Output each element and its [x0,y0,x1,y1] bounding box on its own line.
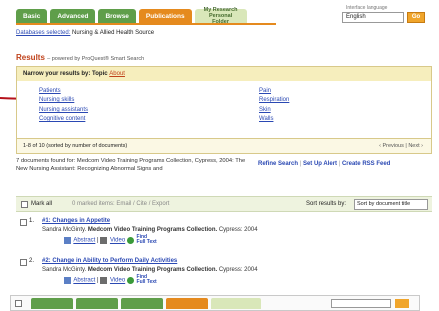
result-title-link[interactable]: #1: Changes in Appetite [42,218,110,224]
language-select[interactable] [331,299,391,308]
tab-basic[interactable] [31,298,73,309]
tab-publications[interactable] [166,298,208,309]
find-full-text-icon[interactable] [126,236,134,244]
topic-link[interactable]: Respiration [259,97,289,103]
tab-underline [16,23,276,25]
language-go-button[interactable]: Go [407,12,425,23]
find-full-text-link[interactable]: Find Full Text [137,275,157,285]
result-links: Abstract | Video Find Full Text [64,235,157,245]
separator: | [299,161,302,167]
narrow-results-panel: Narrow your results by: Topic About Pati… [16,66,432,154]
search-tabs: Basic Advanced Browse Publications My Re… [16,7,247,25]
databases-selected-link[interactable]: Databases selected: [16,30,70,36]
tab-browse[interactable]: Browse [98,9,136,23]
duplicate-tab-bar [31,298,261,309]
topic-link[interactable]: Cognitive content [39,116,85,122]
topic-link[interactable]: Skin [259,107,271,113]
sort-select[interactable]: Sort by document title [354,199,428,210]
set-up-alert-link[interactable]: Set Up Alert [303,161,337,167]
topic-link[interactable]: Patients [39,88,61,94]
mark-all-checkbox[interactable] [21,201,28,208]
database-line: Databases selected: Nursing & Allied Hea… [16,30,154,36]
topic-link[interactable]: Nursing skills [39,97,74,103]
result-title-link[interactable]: #2: Change in Ability to Perform Daily A… [42,258,177,264]
result-place: Cypress: 2004 [218,227,258,233]
tab-my-research[interactable]: My Research Personal Folder [194,7,247,25]
tab-advanced[interactable] [76,298,118,309]
video-link[interactable]: Video [110,278,125,284]
result-citation: Sandra McGinty. Medcom Video Training Pr… [42,227,258,233]
find-full-text-link[interactable]: Find Full Text [137,235,157,245]
narrow-results-footer: 1-8 of 10 (sorted by number of documents… [17,138,431,153]
find-full-text-icon[interactable] [126,276,134,284]
tab-basic[interactable]: Basic [16,9,48,23]
smart-search-note: – powered by ProQuest® Smart Search [47,56,145,62]
abstract-link[interactable]: Abstract [73,238,95,244]
result-source: Medcom Video Training Programs Collectio… [87,227,218,233]
language-go-button[interactable] [395,299,409,308]
tab-my-research[interactable] [211,298,261,309]
mark-all-label[interactable]: Mark all [31,201,52,207]
abstract-icon [64,276,71,284]
video-icon [100,236,108,244]
result-citation: Sandra McGinty. Medcom Video Training Pr… [42,267,258,273]
topic-link[interactable]: Nursing assistants [39,107,88,113]
result-item: 1. #1: Changes in Appetite Sandra McGint… [16,218,316,246]
topic-link[interactable]: Walls [259,116,273,122]
abstract-link[interactable]: Abstract [73,278,95,284]
refine-search-link[interactable]: Refine Search [258,161,298,167]
sort-label: Sort results by: [306,201,347,207]
language-select[interactable]: English [342,12,404,23]
video-link[interactable]: Video [110,238,125,244]
language-label: Interface language [346,5,388,11]
result-checkbox[interactable] [20,219,27,226]
separator: | [338,161,341,167]
result-number: 1. [29,218,35,224]
topic-link[interactable]: Pain [259,88,271,94]
results-heading: Results – powered by ProQuest® Smart Sea… [16,53,144,62]
video-icon [100,276,108,284]
results-toolbar: Mark all 0 marked items: Email / Cite / … [16,196,432,212]
result-item: 2. #2: Change in Ability to Perform Dail… [16,258,316,286]
result-links: Abstract | Video Find Full Text [64,275,157,285]
result-number: 2. [29,258,35,264]
result-place: Cypress: 2004 [218,267,258,273]
results-title: Results [16,53,45,62]
tab-browse[interactable] [121,298,163,309]
result-author: Sandra McGinty. [42,227,87,233]
result-author: Sandra McGinty. [42,267,87,273]
result-actions: Refine Search | Set Up Alert | Create RS… [258,161,390,167]
about-link[interactable]: About [109,71,125,77]
tab-advanced[interactable]: Advanced [50,9,96,23]
result-checkbox[interactable] [20,259,27,266]
create-rss-feed-link[interactable]: Create RSS Feed [342,161,390,167]
narrow-topic: Topic [92,71,108,77]
abstract-icon [64,236,71,244]
documents-found-text: 7 documents found for: Medcom Video Trai… [16,158,246,172]
topic-count-text: 1-8 of 10 (sorted by number of documents… [23,143,128,149]
narrow-label: Narrow your results by: [23,71,91,77]
marked-items-actions[interactable]: 0 marked items: Email / Cite / Export [72,201,169,207]
database-name: Nursing & Allied Health Source [72,30,155,36]
tab-publications[interactable]: Publications [138,9,192,23]
result-checkbox[interactable] [15,300,22,307]
topic-pagination[interactable]: ‹ Previous | Next › [379,143,423,149]
result-source: Medcom Video Training Programs Collectio… [87,267,218,273]
overlapping-window-strip [10,295,420,311]
narrow-results-header: Narrow your results by: Topic About [17,67,431,81]
